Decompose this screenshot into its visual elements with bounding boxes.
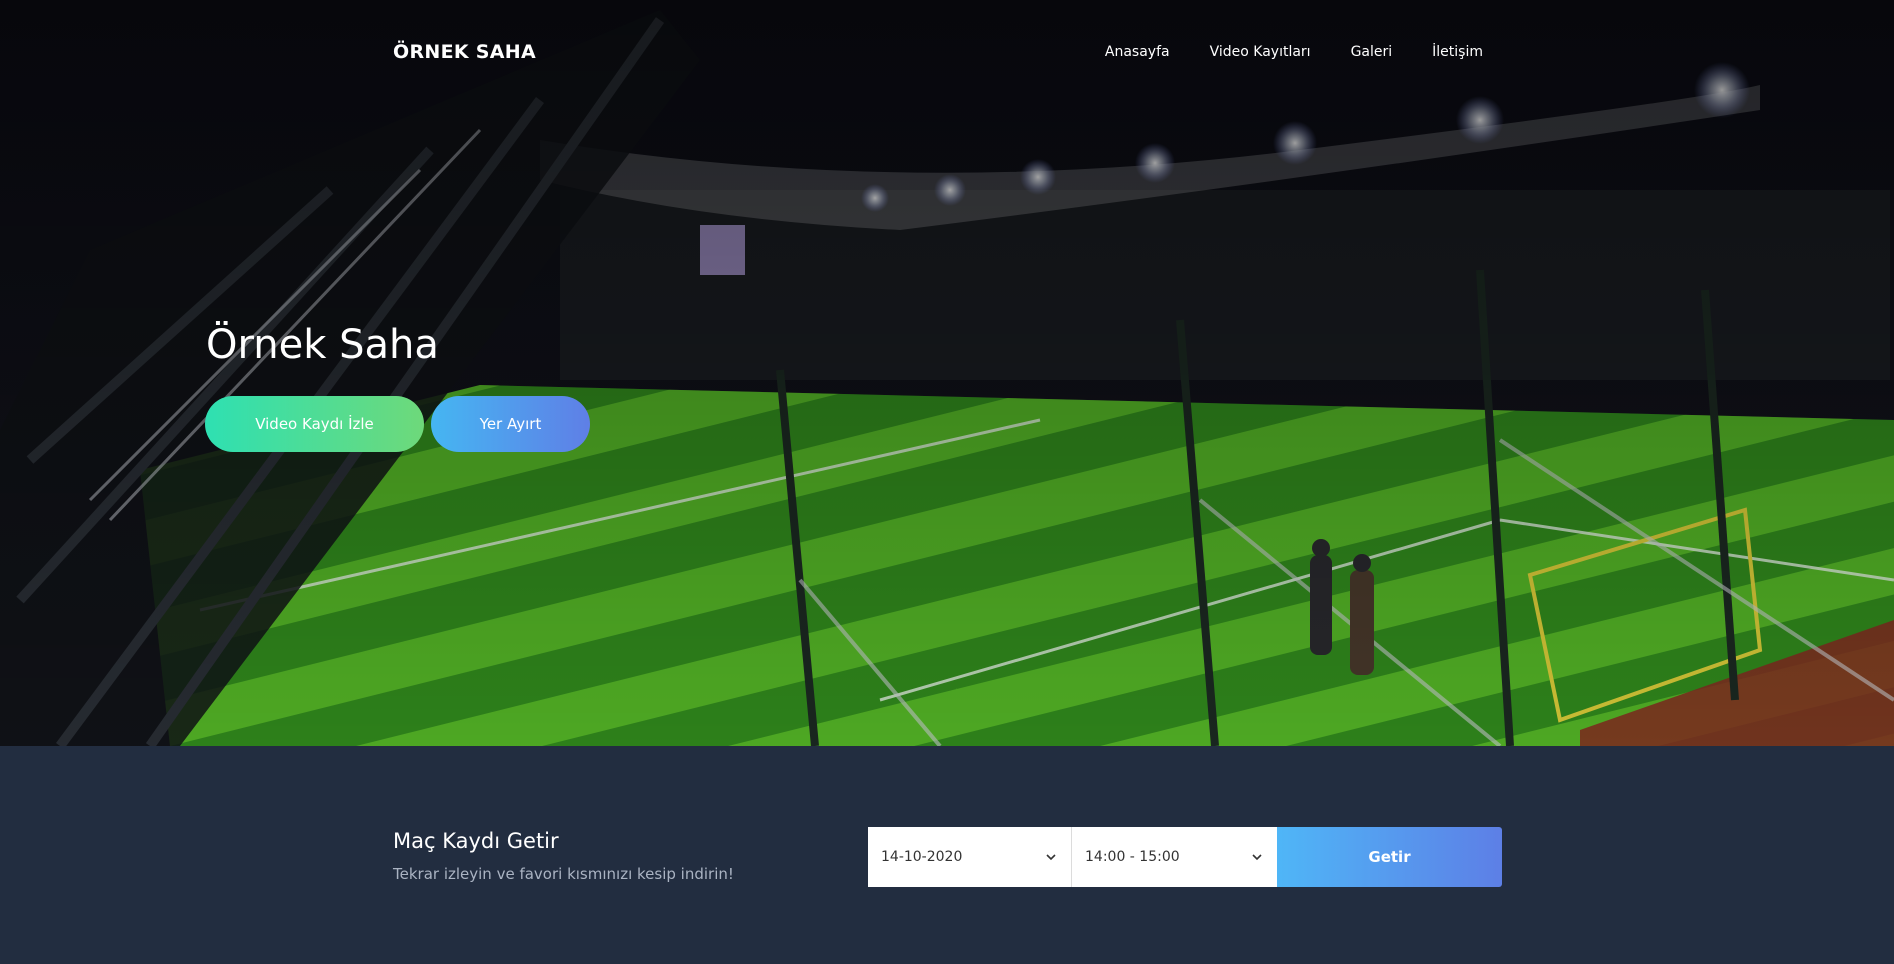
- section-subtitle: Tekrar izleyin ve favori kısmınızı kesip…: [393, 865, 734, 883]
- book-slot-button[interactable]: Yer Ayırt: [431, 396, 590, 452]
- chevron-down-icon: [1046, 854, 1056, 861]
- top-navigation: ÖRNEK SAHA Anasayfa Video Kayıtları Gale…: [0, 0, 1894, 110]
- watch-video-button[interactable]: Video Kaydı İzle: [205, 396, 424, 452]
- hero-section: ÖRNEK SAHA Anasayfa Video Kayıtları Gale…: [0, 0, 1894, 746]
- time-slot-select[interactable]: 14:00 - 15:00: [1072, 827, 1277, 887]
- hero-background-image: [0, 0, 1894, 746]
- time-select-value: 14:00 - 15:00: [1085, 849, 1180, 865]
- date-select-value: 14-10-2020: [881, 849, 963, 865]
- chevron-down-icon: [1252, 854, 1262, 861]
- match-record-section: Maç Kaydı Getir Tekrar izleyin ve favori…: [0, 746, 1894, 964]
- fetch-record-button[interactable]: Getir: [1277, 827, 1502, 887]
- nav-item-contact[interactable]: İletişim: [1432, 44, 1483, 60]
- nav-item-home[interactable]: Anasayfa: [1105, 44, 1170, 60]
- section-title: Maç Kaydı Getir: [393, 829, 559, 853]
- hero-title: Örnek Saha: [206, 322, 439, 368]
- nav-item-video-records[interactable]: Video Kayıtları: [1210, 44, 1311, 60]
- brand-logo[interactable]: ÖRNEK SAHA: [393, 41, 536, 63]
- nav-item-gallery[interactable]: Galeri: [1351, 44, 1393, 60]
- main-menu: Anasayfa Video Kayıtları Galeri İletişim: [1105, 44, 1483, 60]
- date-select[interactable]: 14-10-2020: [868, 827, 1072, 887]
